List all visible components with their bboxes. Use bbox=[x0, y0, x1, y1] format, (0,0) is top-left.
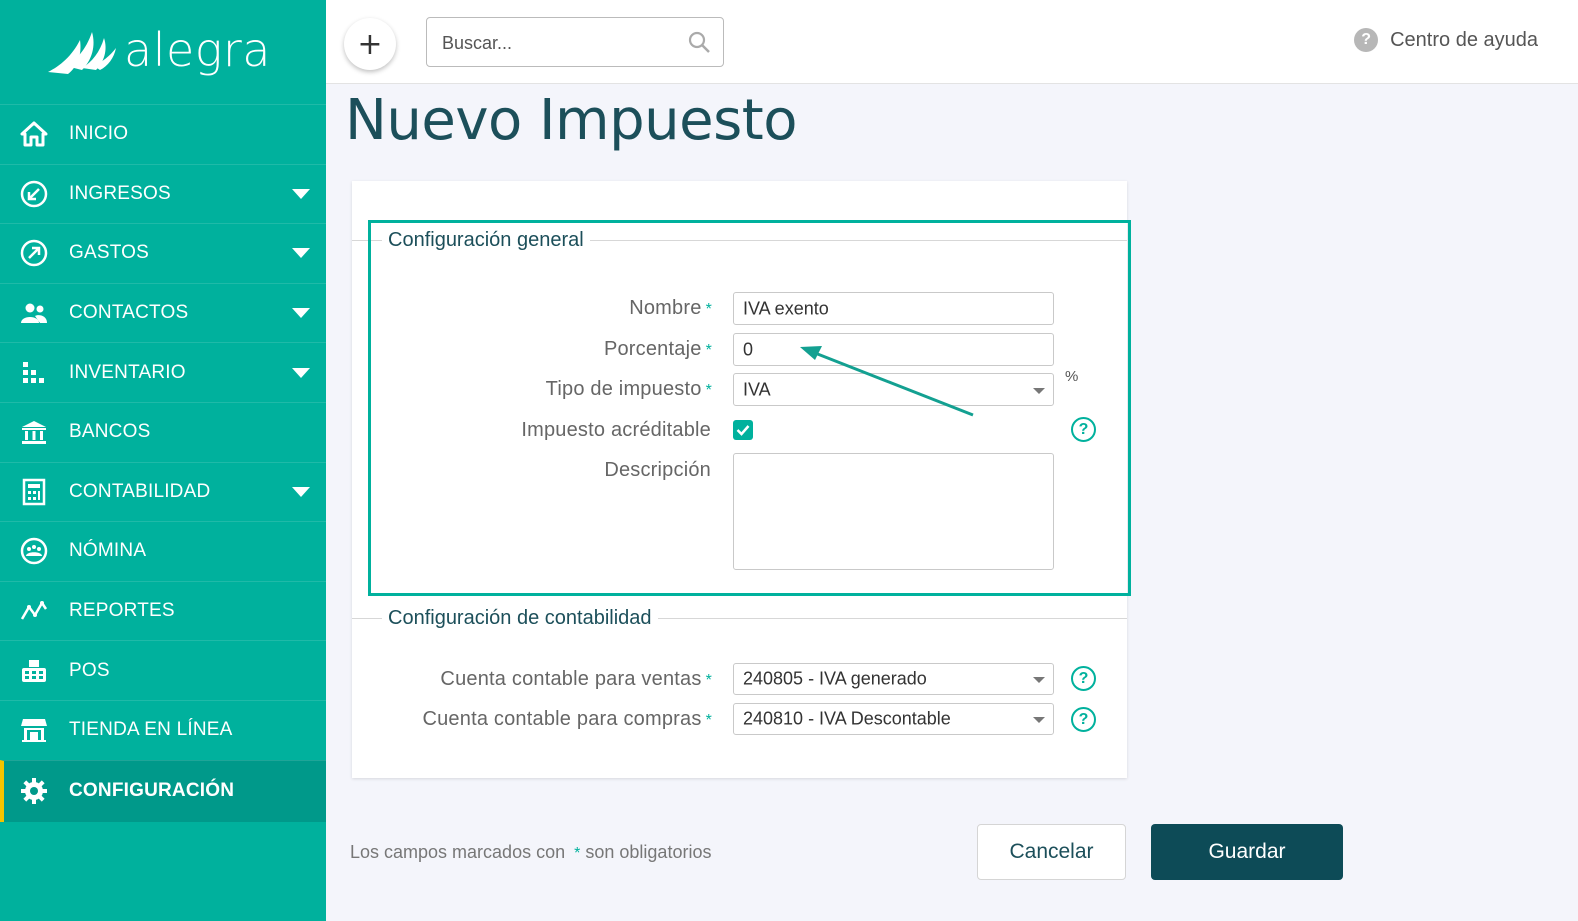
sidebar-item-reportes[interactable]: REPORTES bbox=[0, 580, 326, 641]
sidebar-item-configuracion[interactable]: CONFIGURACIÓN bbox=[0, 759, 326, 822]
sidebar-item-pos[interactable]: POS bbox=[0, 640, 326, 700]
search-input[interactable] bbox=[442, 31, 682, 55]
page-title: Nuevo Impuesto bbox=[345, 88, 798, 153]
sidebar-item-gastos[interactable]: GASTOS bbox=[0, 223, 326, 283]
help-center-label: Centro de ayuda bbox=[1390, 28, 1538, 51]
highlight-frame bbox=[368, 220, 1131, 596]
sidebar: alegra INICIO INGRESOS GASTOS CONTACTOS … bbox=[0, 0, 326, 921]
sidebar-nav: INICIO INGRESOS GASTOS CONTACTOS INVENTA… bbox=[0, 104, 326, 822]
add-button[interactable]: + bbox=[344, 18, 396, 70]
save-button[interactable]: Guardar bbox=[1151, 824, 1343, 880]
sidebar-item-label: GASTOS bbox=[69, 242, 150, 264]
required-mark: * bbox=[705, 672, 712, 689]
accounting-section-title: Configuración de contabilidad bbox=[382, 607, 658, 630]
note-after-text: son obligatorios bbox=[585, 842, 712, 862]
sidebar-item-label: CONTACTOS bbox=[69, 302, 189, 324]
payroll-icon bbox=[19, 536, 49, 566]
required-fields-note: Los campos marcados con * son obligatori… bbox=[350, 842, 711, 863]
chevron-down-icon[interactable] bbox=[292, 308, 310, 319]
sidebar-item-tienda-en-linea[interactable]: TIENDA EN LÍNEA bbox=[0, 699, 326, 760]
reports-icon bbox=[19, 596, 49, 626]
chevron-down-icon bbox=[1033, 677, 1045, 683]
sidebar-item-ingresos[interactable]: INGRESOS bbox=[0, 163, 326, 224]
cuenta-ventas-select[interactable]: 240805 - IVA generado bbox=[733, 663, 1054, 695]
cuenta-compras-label-text: Cuenta contable para compras bbox=[422, 708, 702, 730]
cancel-button[interactable]: Cancelar bbox=[977, 824, 1126, 880]
users-icon bbox=[19, 298, 49, 328]
sidebar-item-label: CONTABILIDAD bbox=[69, 480, 211, 502]
sidebar-item-label: CONFIGURACIÓN bbox=[69, 780, 235, 802]
chevron-down-icon[interactable] bbox=[292, 248, 310, 259]
sidebar-item-label: BANCOS bbox=[69, 421, 151, 443]
cuenta-compras-select[interactable]: 240810 - IVA Descontable bbox=[733, 703, 1054, 735]
sidebar-item-label: INGRESOS bbox=[69, 182, 171, 204]
sidebar-item-bancos[interactable]: BANCOS bbox=[0, 401, 326, 462]
cuenta-compras-value: 240810 - IVA Descontable bbox=[743, 708, 951, 729]
note-before-text: Los campos marcados con bbox=[350, 842, 566, 862]
cuenta-ventas-value: 240805 - IVA generado bbox=[743, 668, 927, 689]
incoming-arrow-icon bbox=[19, 179, 49, 209]
sidebar-item-contabilidad[interactable]: CONTABILIDAD bbox=[0, 461, 326, 522]
brand-logo[interactable]: alegra bbox=[0, 0, 326, 104]
cuenta-ventas-label-text: Cuenta contable para ventas bbox=[440, 668, 702, 690]
sidebar-item-label: NÓMINA bbox=[69, 540, 147, 562]
sidebar-item-contactos[interactable]: CONTACTOS bbox=[0, 282, 326, 343]
outgoing-arrow-icon bbox=[19, 238, 49, 268]
alegra-logo-icon bbox=[48, 32, 116, 74]
required-mark: * bbox=[705, 712, 712, 729]
required-mark: * bbox=[574, 845, 581, 862]
cuenta-ventas-help-icon[interactable]: ? bbox=[1071, 666, 1096, 691]
sidebar-item-inventario[interactable]: INVENTARIO bbox=[0, 342, 326, 402]
sidebar-item-label: INVENTARIO bbox=[69, 361, 186, 383]
home-icon bbox=[19, 119, 49, 149]
sidebar-item-nomina[interactable]: NÓMINA bbox=[0, 521, 326, 581]
calculator-icon bbox=[19, 477, 49, 507]
cuenta-compras-help-icon[interactable]: ? bbox=[1071, 707, 1096, 732]
cuenta-ventas-label: Cuenta contable para ventas * bbox=[440, 668, 712, 691]
brand-name: alegra bbox=[124, 23, 271, 77]
sidebar-item-label: INICIO bbox=[69, 123, 129, 145]
sidebar-item-label: POS bbox=[69, 659, 110, 681]
chevron-down-icon[interactable] bbox=[292, 367, 310, 378]
chevron-down-icon bbox=[1033, 717, 1045, 723]
chevron-down-icon[interactable] bbox=[292, 486, 310, 497]
chevron-down-icon[interactable] bbox=[292, 188, 310, 199]
search-icon[interactable] bbox=[687, 30, 711, 59]
cuenta-compras-label: Cuenta contable para compras * bbox=[422, 708, 712, 731]
pos-icon bbox=[19, 656, 49, 686]
bank-icon bbox=[19, 417, 49, 447]
store-icon bbox=[19, 715, 49, 745]
sidebar-item-inicio[interactable]: INICIO bbox=[0, 104, 326, 164]
question-icon: ? bbox=[1354, 28, 1379, 52]
gear-icon bbox=[19, 776, 49, 806]
inventory-icon bbox=[19, 358, 49, 388]
sidebar-item-label: REPORTES bbox=[69, 600, 175, 622]
sidebar-item-label: TIENDA EN LÍNEA bbox=[69, 719, 233, 741]
top-bar: + ? Centro de ayuda bbox=[326, 0, 1578, 84]
search-box bbox=[426, 17, 724, 67]
help-center-link[interactable]: ? Centro de ayuda bbox=[1354, 28, 1538, 52]
